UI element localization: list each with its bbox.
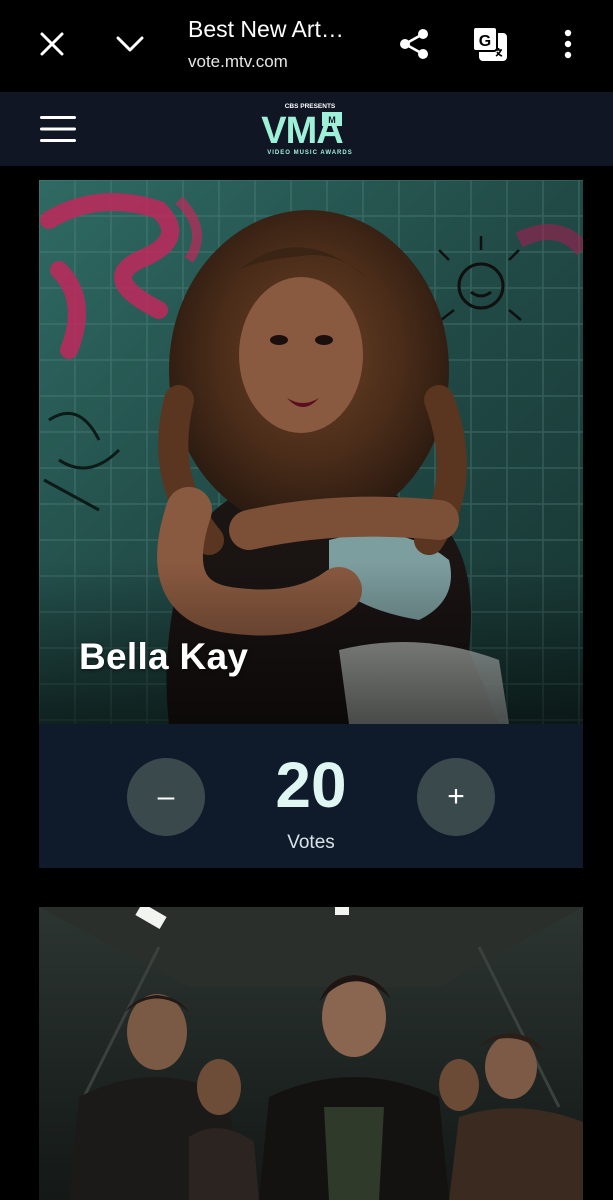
hamburger-icon[interactable] <box>36 110 80 148</box>
svg-text:G: G <box>479 33 491 50</box>
page-url[interactable]: vote.mtv.com <box>188 52 288 72</box>
logo-subtitle: VIDEO MUSIC AWARDS <box>267 150 352 156</box>
browser-toolbar: Best New Art… vote.mtv.com G <box>0 0 613 88</box>
nominee-name: Bella Kay <box>79 636 249 677</box>
nominee-card-2 <box>39 907 583 1200</box>
vma-logo[interactable]: CBS PRESENTS VMA M VIDEO MUSIC AWARDS <box>240 98 380 160</box>
chevron-down-icon[interactable] <box>106 20 154 68</box>
translate-icon[interactable]: G <box>466 20 514 68</box>
more-vertical-icon[interactable] <box>546 20 590 68</box>
increase-vote-button[interactable]: + <box>417 758 495 836</box>
vote-label: Votes <box>287 832 335 853</box>
close-icon[interactable] <box>28 20 76 68</box>
vote-count: 20 <box>275 749 347 821</box>
vote-panel: – 20 Votes + <box>39 724 583 868</box>
plus-icon: + <box>447 780 465 813</box>
logo-presenter: CBS PRESENTS <box>285 103 336 110</box>
mtv-badge-icon: M <box>322 112 342 126</box>
share-icon[interactable] <box>390 20 438 68</box>
minus-icon: – <box>157 780 175 813</box>
decrease-vote-button[interactable]: – <box>127 758 205 836</box>
nominee-card: Bella Kay – 20 Votes + <box>39 180 583 868</box>
page-title: Best New Art… <box>188 16 344 42</box>
svg-text:M: M <box>328 115 336 125</box>
site-header: CBS PRESENTS VMA M VIDEO MUSIC AWARDS <box>0 92 613 166</box>
nominee-photo-2[interactable] <box>39 907 583 1200</box>
